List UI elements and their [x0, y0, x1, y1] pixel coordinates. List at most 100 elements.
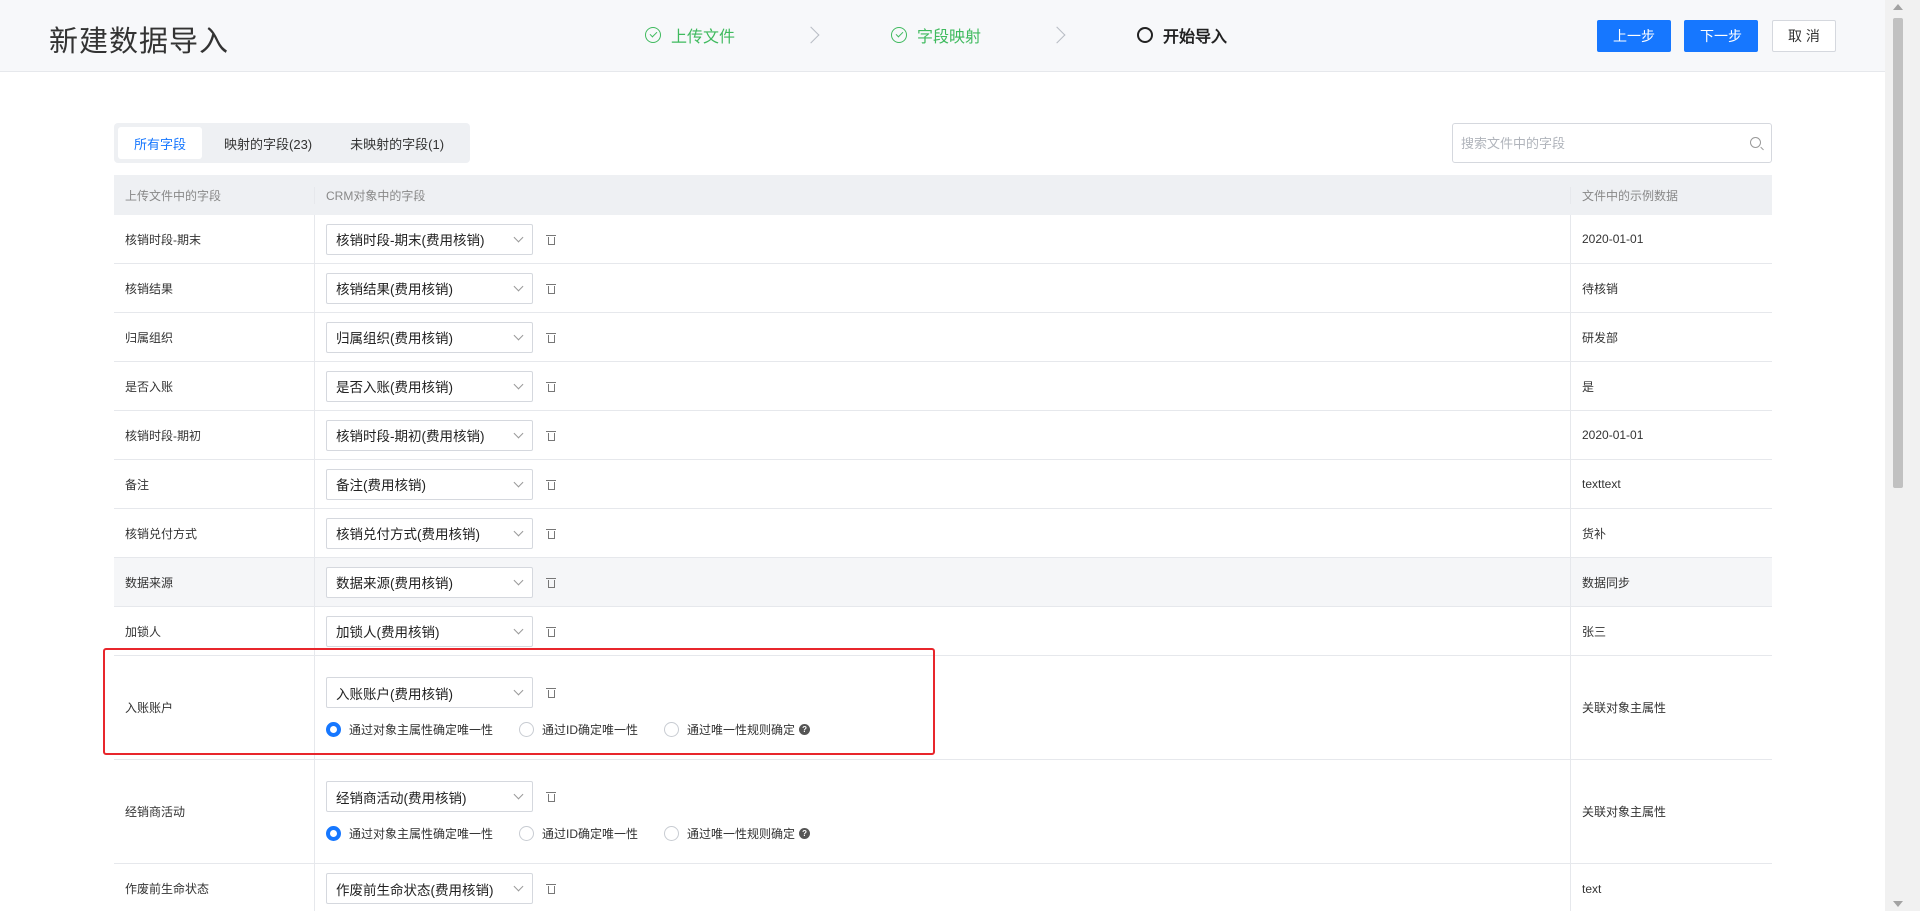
scroll-up-icon[interactable]: [1893, 4, 1903, 10]
crm-field-cell: 备注(费用核销): [314, 460, 1570, 508]
uniqueness-radio[interactable]: 通过ID确定唯一性: [519, 825, 638, 842]
crm-field-select[interactable]: 加锁人(费用核销): [326, 615, 533, 647]
sample-data-cell: 研发部: [1570, 313, 1772, 361]
upload-field-cell: 核销结果: [125, 281, 174, 296]
upload-field-cell: 核销兑付方式: [125, 526, 198, 541]
radio-button[interactable]: [326, 826, 341, 841]
crm-field-select[interactable]: 核销时段-期初(费用核销): [326, 419, 533, 451]
crm-field-cell: 核销兑付方式(费用核销): [314, 509, 1570, 557]
table-row: 经销商活动 经销商活动(费用核销) 通过对象主属性确定唯一性 通过ID确定唯一性 通过唯…: [114, 760, 1772, 864]
crm-field-cell: 核销时段-期初(费用核销): [314, 411, 1570, 459]
table-row: 是否入账 是否入账(费用核销) 是: [114, 362, 1772, 411]
table-row: 核销兑付方式 核销兑付方式(费用核销) 货补: [114, 509, 1772, 558]
crm-field-select[interactable]: 归属组织(费用核销): [326, 321, 533, 353]
trash-icon[interactable]: [546, 626, 556, 637]
upload-field-cell: 核销时段-期末: [125, 232, 201, 247]
select-value: 核销兑付方式(费用核销): [336, 527, 480, 542]
crm-field-select[interactable]: 数据来源(费用核销): [326, 566, 533, 598]
select-value: 核销结果(费用核销): [336, 282, 453, 297]
table-row: 作废前生命状态 作废前生命状态(费用核销) text: [114, 864, 1772, 911]
upload-field-cell: 作废前生命状态: [125, 882, 210, 896]
sample-data-cell: 是: [1570, 362, 1772, 410]
trash-icon[interactable]: [546, 883, 556, 894]
trash-icon[interactable]: [546, 283, 556, 294]
radio-button[interactable]: [519, 826, 535, 841]
uniqueness-radio[interactable]: 通过对象主属性确定唯一性: [326, 825, 493, 842]
table-row: 核销时段-期初 核销时段-期初(费用核销) 2020-01-01: [114, 411, 1772, 460]
table-header: 上传文件中的字段 CRM对象中的字段 文件中的示例数据: [114, 175, 1772, 215]
trash-icon[interactable]: [546, 479, 556, 490]
upload-field-cell: 经销商活动: [125, 805, 186, 819]
page-header: 新建数据导入 上传文件 字段映射 开始导入 上一步 下一步 取 消: [0, 0, 1885, 72]
crm-field-select[interactable]: 作废前生命状态(费用核销): [326, 873, 533, 904]
radio-label: 通过ID确定唯一性: [542, 827, 639, 841]
search-box: [1452, 123, 1772, 163]
tab-mapped-fields[interactable]: 映射的字段(23): [208, 127, 328, 159]
trash-icon[interactable]: [546, 332, 556, 343]
trash-icon[interactable]: [546, 234, 556, 245]
cancel-button[interactable]: 取 消: [1772, 20, 1836, 52]
column-header: 上传文件中的字段: [125, 188, 222, 203]
prev-button[interactable]: 上一步: [1597, 20, 1671, 52]
sample-data-cell: 货补: [1570, 509, 1772, 557]
next-button[interactable]: 下一步: [1684, 20, 1758, 52]
steps-bar: 上传文件 字段映射 开始导入: [645, 23, 1227, 47]
help-icon[interactable]: ?: [799, 828, 811, 839]
table-row: 数据来源 数据来源(费用核销) 数据同步: [114, 558, 1772, 607]
crm-field-select[interactable]: 核销兑付方式(费用核销): [326, 517, 533, 549]
crm-field-line: 作废前生命状态(费用核销): [326, 873, 556, 904]
trash-icon[interactable]: [546, 528, 556, 539]
highlight-annotation: [103, 648, 935, 755]
upload-field-cell: 数据来源: [125, 575, 174, 590]
crm-field-cell: 核销结果(费用核销): [314, 264, 1570, 312]
crm-field-select[interactable]: 是否入账(费用核销): [326, 370, 533, 402]
chevron-down-icon: [513, 379, 524, 389]
scroll-down-icon[interactable]: [1893, 901, 1903, 907]
step-label: 开始导入: [1163, 29, 1228, 46]
upload-field-cell: 归属组织: [125, 330, 174, 345]
trash-icon[interactable]: [546, 577, 556, 588]
uniqueness-radio[interactable]: 通过唯一性规则确定?: [664, 825, 811, 842]
select-value: 核销时段-期初(费用核销): [336, 429, 485, 444]
crm-field-line: 是否入账(费用核销): [326, 370, 556, 402]
crm-field-select[interactable]: 备注(费用核销): [326, 468, 533, 500]
uniqueness-radio-group: 通过对象主属性确定唯一性 通过ID确定唯一性 通过唯一性规则确定?: [326, 825, 836, 842]
table-body: 核销时段-期末 核销时段-期末(费用核销) 2020-01-01 核销结果 核销结果(费…: [114, 215, 1772, 911]
tab-unmapped-fields[interactable]: 未映射的字段(1): [334, 127, 460, 159]
crm-field-line: 核销时段-期初(费用核销): [326, 419, 556, 451]
search-icon[interactable]: [1750, 137, 1761, 148]
trash-icon[interactable]: [546, 791, 556, 802]
select-value: 归属组织(费用核销): [336, 331, 453, 346]
crm-field-line: 备注(费用核销): [326, 468, 556, 500]
search-input[interactable]: [1453, 124, 1733, 162]
crm-field-cell: 归属组织(费用核销): [314, 313, 1570, 361]
select-value: 是否入账(费用核销): [336, 380, 453, 395]
chevron-down-icon: [513, 881, 524, 892]
trash-icon[interactable]: [546, 430, 556, 441]
tab-all-fields[interactable]: 所有字段: [118, 127, 203, 159]
chevron-down-icon: [513, 624, 524, 634]
crm-field-cell: 核销时段-期末(费用核销): [314, 215, 1570, 263]
crm-field-line: 数据来源(费用核销): [326, 566, 556, 598]
radio-button[interactable]: [664, 826, 680, 841]
crm-field-select[interactable]: 核销结果(费用核销): [326, 272, 533, 304]
crm-field-line: 经销商活动(费用核销): [326, 781, 556, 812]
check-circle-icon: [891, 27, 908, 43]
crm-field-cell: 经销商活动(费用核销) 通过对象主属性确定唯一性 通过ID确定唯一性 通过唯一性规则确…: [314, 760, 1570, 863]
scroll-thumb[interactable]: [1893, 18, 1903, 488]
circle-icon: [1137, 27, 1154, 43]
table-row: 核销时段-期末 核销时段-期末(费用核销) 2020-01-01: [114, 215, 1772, 264]
trash-icon[interactable]: [546, 381, 556, 392]
sample-data-cell: 关联对象主属性: [1570, 760, 1772, 863]
scrollbar[interactable]: [1885, 0, 1920, 911]
upload-field-cell: 备注: [125, 477, 150, 492]
step-start-import: 开始导入: [1137, 23, 1227, 47]
crm-field-select[interactable]: 核销时段-期末(费用核销): [326, 223, 533, 255]
step-upload-file: 上传文件: [645, 23, 735, 47]
crm-field-cell: 是否入账(费用核销): [314, 362, 1570, 410]
sample-data-cell: 关联对象主属性: [1570, 656, 1772, 759]
field-mapping-table: 上传文件中的字段 CRM对象中的字段 文件中的示例数据 核销时段-期末核销时段-…: [114, 175, 1772, 911]
crm-field-select[interactable]: 经销商活动(费用核销): [326, 781, 533, 812]
sample-data-cell: texttext: [1570, 460, 1772, 508]
table-row: 核销结果 核销结果(费用核销) 待核销: [114, 264, 1772, 313]
